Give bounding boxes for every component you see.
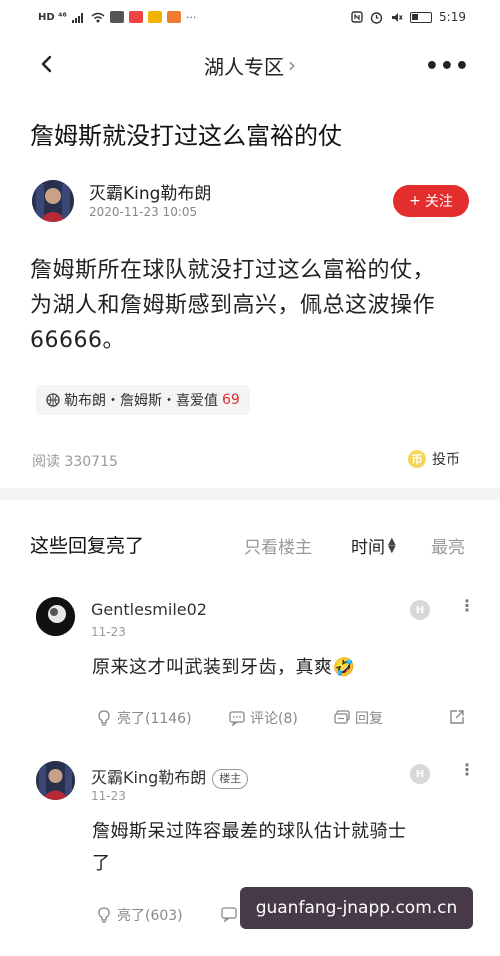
section-divider — [0, 488, 500, 500]
chevron-right-icon: › — [288, 53, 296, 77]
avatar-image — [32, 180, 74, 222]
app-notification-icon — [166, 11, 181, 23]
more-icon[interactable]: ••• — [425, 54, 470, 79]
commenter-name[interactable]: Gentlesmile02 — [91, 600, 207, 619]
like-button[interactable]: 亮了(1146) — [95, 708, 192, 728]
post-title: 詹姆斯就没打过这么富裕的仗 — [30, 122, 342, 150]
battery-icon — [410, 11, 433, 23]
commenter-avatar[interactable] — [36, 761, 75, 800]
comment-icon — [221, 907, 237, 923]
app-notification-icon — [109, 11, 124, 23]
nav-bar: 湖人专区 › ••• — [0, 36, 500, 94]
basketball-icon — [46, 393, 60, 407]
op-badge: 楼主 — [212, 768, 249, 789]
status-bar: HD ⁴⁶ ··· 5:19 — [0, 0, 500, 34]
like-count: 亮了(1146) — [117, 711, 192, 727]
more-notifications-icon: ··· — [185, 10, 197, 24]
wifi-icon — [91, 12, 105, 22]
coin-button[interactable]: 币 投币 — [408, 449, 460, 469]
reply-icon — [334, 710, 350, 724]
app-notification-icon — [147, 11, 162, 23]
comment-button[interactable] — [220, 905, 238, 923]
filter-op-only[interactable]: 只看楼主 — [244, 533, 312, 558]
status-time: 5:19 — [439, 10, 466, 24]
commenter-name[interactable]: 灭霸King勒布朗 — [91, 768, 206, 787]
read-count: 阅读 330715 — [32, 454, 118, 470]
section-title-link[interactable]: 湖人专区 › — [204, 51, 296, 80]
author-avatar[interactable] — [32, 180, 74, 222]
back-button[interactable] — [34, 50, 58, 78]
post-body-line: 詹姆斯所在球队就没打过这么富裕的仗， — [30, 258, 436, 283]
back-arrow-icon — [41, 55, 52, 73]
kebab-icon[interactable]: ⋮ — [459, 598, 475, 614]
comment-button[interactable]: 评论(8) — [228, 708, 298, 728]
app-notification-icon — [128, 11, 143, 23]
comment-text-line: 詹姆斯呆过阵容最差的球队估计就骑士 — [92, 821, 407, 842]
avatar-image — [36, 761, 75, 800]
commenter-name-row: 灭霸King勒布朗 楼主 — [91, 764, 249, 789]
alarm-icon — [370, 11, 383, 24]
status-left: HD ⁴⁶ ··· — [38, 11, 196, 24]
coin-icon: 币 — [408, 450, 426, 468]
share-icon — [450, 710, 464, 724]
like-count: 亮了(603) — [117, 908, 183, 924]
player-tag[interactable]: 勒布朗・詹姆斯・喜爱值 69 — [36, 385, 250, 415]
commenter-avatar[interactable] — [36, 597, 75, 636]
like-button[interactable]: 亮了(603) — [95, 905, 183, 925]
post-body-line: 为湖人和詹姆斯感到高兴，佩总这波操作 — [30, 293, 436, 318]
comment-count: 评论(8) — [250, 711, 298, 727]
post-body: 詹姆斯所在球队就没打过这么富裕的仗， 为湖人和詹姆斯感到高兴，佩总这波操作 66… — [30, 253, 475, 358]
reply-button[interactable]: 回复 — [333, 708, 383, 728]
comment-time: 11-23 — [91, 789, 126, 803]
filter-time[interactable]: 时间 ▲ ▼ — [351, 533, 396, 558]
author-name[interactable]: 灭霸King勒布朗 — [89, 179, 211, 204]
section-title: 湖人专区 — [204, 54, 284, 79]
status-right: 5:19 — [351, 10, 466, 24]
filter-time-label: 时间 — [351, 538, 385, 558]
like-icon — [98, 710, 110, 726]
avatar-image — [36, 597, 75, 636]
watermark: guanfang-jnapp.com.cn — [240, 887, 473, 929]
post-time: 2020-11-23 10:05 — [89, 205, 198, 219]
filter-hot[interactable]: 最亮 — [431, 533, 465, 558]
replies-title: 这些回复亮了 — [30, 535, 145, 557]
comment-icon — [229, 711, 245, 727]
tag-score: 69 — [222, 392, 240, 408]
comment-time: 11-23 — [91, 625, 126, 639]
sort-arrows-icon: ▲ ▼ — [388, 535, 396, 555]
rank-badge: H — [410, 764, 430, 784]
kebab-icon[interactable]: ⋮ — [459, 762, 475, 778]
plus-icon: + — [409, 193, 421, 209]
follow-label: 关注 — [424, 194, 453, 210]
post-body-line: 66666。 — [30, 328, 125, 353]
nfc-icon — [351, 11, 363, 23]
comment-text: 原来这才叫武装到牙齿，真爽🤣 — [92, 657, 356, 678]
coin-label: 投币 — [432, 452, 460, 468]
signal-icon — [71, 12, 83, 23]
share-button[interactable] — [448, 708, 466, 730]
comment-text-line: 了 — [92, 853, 111, 874]
rank-badge: H — [410, 600, 430, 620]
mute-icon — [392, 12, 403, 22]
comment-text: 詹姆斯呆过阵容最差的球队估计就骑士 了 — [92, 816, 472, 880]
like-icon — [98, 907, 110, 923]
tag-label: 勒布朗・詹姆斯・喜爱值 — [64, 393, 218, 409]
reply-label: 回复 — [355, 711, 383, 727]
network-indicator: HD ⁴⁶ — [38, 11, 67, 23]
follow-button[interactable]: + 关注 — [393, 185, 469, 217]
